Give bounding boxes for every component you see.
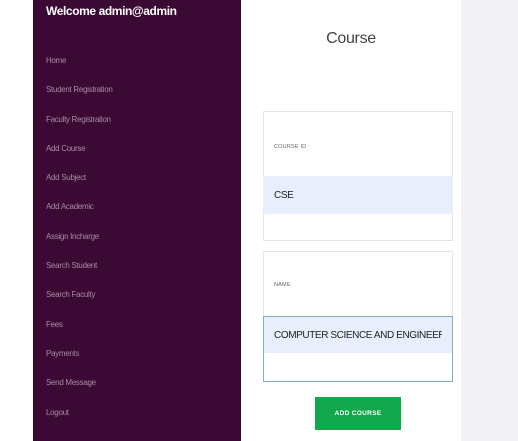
course-id-input[interactable] <box>263 176 453 214</box>
sidebar-item-assign-incharge[interactable]: Assign Incharge <box>46 229 113 258</box>
page-title: Course <box>326 30 376 47</box>
welcome-text: Welcome admin@admin <box>46 4 177 18</box>
sidebar-nav: Home Student Registration Faculty Regist… <box>46 53 113 434</box>
name-card: NAME <box>263 251 453 382</box>
sidebar-item-add-academic[interactable]: Add Academic <box>46 199 113 228</box>
right-panel <box>461 0 518 441</box>
sidebar-item-payments[interactable]: Payments <box>46 346 113 375</box>
sidebar-item-home[interactable]: Home <box>46 53 113 82</box>
sidebar-item-add-subject[interactable]: Add Subject <box>46 170 113 199</box>
name-input[interactable] <box>263 316 453 354</box>
add-course-button[interactable]: ADD COURSE <box>315 397 401 430</box>
sidebar-item-logout[interactable]: Logout <box>46 405 113 434</box>
sidebar-item-search-faculty[interactable]: Search Faculty <box>46 287 113 316</box>
sidebar-item-faculty-registration[interactable]: Faculty Registration <box>46 112 113 141</box>
sidebar-item-add-course[interactable]: Add Course <box>46 141 113 170</box>
name-label: NAME <box>274 282 291 288</box>
page: Welcome admin@admin Home Student Registr… <box>0 0 518 441</box>
sidebar-item-student-registration[interactable]: Student Registration <box>46 82 113 111</box>
course-id-label: COURSE ID <box>274 144 307 150</box>
sidebar-item-search-student[interactable]: Search Student <box>46 258 113 287</box>
sidebar: Welcome admin@admin Home Student Registr… <box>33 0 241 441</box>
course-id-card: COURSE ID <box>263 111 453 241</box>
name-input-focus-border <box>263 353 453 382</box>
sidebar-item-fees[interactable]: Fees <box>46 317 113 346</box>
sidebar-item-send-message[interactable]: Send Message <box>46 375 113 404</box>
